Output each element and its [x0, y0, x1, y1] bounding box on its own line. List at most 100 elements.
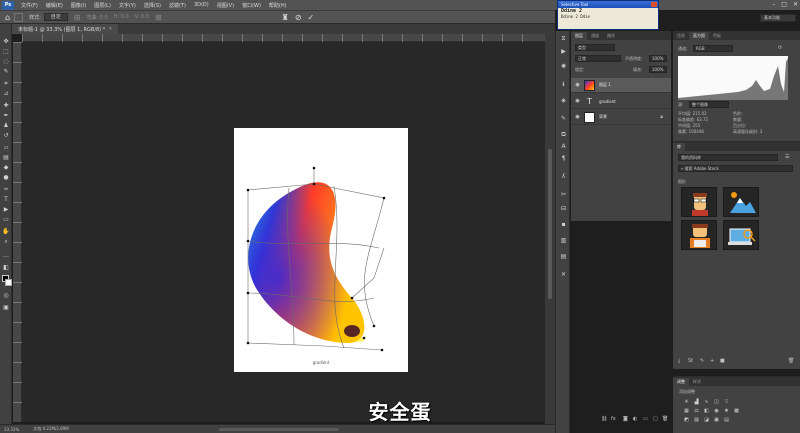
paragraph-icon[interactable]: ¶: [559, 155, 568, 163]
visibility-eye-icon[interactable]: ◉: [573, 82, 582, 88]
scrollbar-thumb[interactable]: [548, 149, 552, 299]
character-icon[interactable]: A: [559, 143, 568, 151]
layer-filter-dropdown[interactable]: 类型: [575, 44, 615, 51]
threshold-icon[interactable]: ◪: [703, 417, 710, 423]
history-icon[interactable]: ⧖: [559, 35, 568, 43]
curves-icon[interactable]: ∿: [703, 399, 710, 405]
delete-icon[interactable]: 🗑︎: [788, 358, 794, 364]
maximize-icon[interactable]: □: [781, 1, 787, 9]
hue-saturation-icon[interactable]: ▦: [683, 408, 690, 414]
swatches-icon[interactable]: ✕: [559, 271, 568, 279]
layer-row-gradient[interactable]: ◉ T gradient: [571, 94, 671, 109]
stamp-tool-icon[interactable]: ♟: [2, 122, 10, 129]
blur-tool-icon[interactable]: ◆: [2, 164, 10, 171]
clone-source-icon[interactable]: ⧉: [559, 131, 568, 139]
import-icon[interactable]: ⤓: [678, 358, 680, 364]
menu-layer[interactable]: 图层(L): [90, 2, 115, 9]
zoom-level[interactable]: 33.33%: [4, 427, 19, 432]
pen-tool-icon[interactable]: ✑: [2, 186, 10, 193]
actions-play-icon[interactable]: ▶: [559, 48, 568, 56]
healing-tool-icon[interactable]: ✚: [2, 102, 10, 109]
marquee-tool-icon[interactable]: ⬚: [2, 48, 10, 55]
menu-view[interactable]: 视图(V): [213, 2, 238, 9]
color-swatch-icon[interactable]: ■: [720, 358, 725, 364]
layer-comps-icon[interactable]: ▤: [559, 253, 568, 261]
layer-row-layer1[interactable]: ◉ 图层 1: [571, 78, 671, 93]
default-colors-icon[interactable]: ◧: [2, 264, 10, 271]
hand-tool-icon[interactable]: ✋: [2, 228, 10, 235]
visibility-eye-icon[interactable]: ◉: [573, 114, 582, 120]
close-icon[interactable]: ✕: [793, 1, 798, 9]
blend-mode-dropdown[interactable]: 正常: [575, 55, 621, 62]
delete-layer-icon[interactable]: 🗑︎: [662, 416, 668, 422]
menu-file[interactable]: 文件(F): [17, 2, 42, 9]
more-tools-icon[interactable]: …: [2, 252, 10, 259]
crop-tool-icon[interactable]: ⌗: [2, 80, 10, 87]
selective-color-icon[interactable]: ▣: [713, 417, 720, 423]
warp-mode-icon[interactable]: ⊠: [155, 13, 162, 22]
document-tab[interactable]: 未标题-1 @ 33.3% (图层 1, RGB/8) * ×: [12, 24, 119, 34]
adjustment-layer-icon[interactable]: ◐: [633, 416, 637, 422]
zoom-tool-icon[interactable]: ⌕: [2, 238, 10, 245]
screen-mode-icon[interactable]: ▣: [2, 304, 10, 311]
home-icon[interactable]: ⌂: [5, 13, 10, 22]
canvas-workspace[interactable]: gradient: [22, 42, 545, 422]
tools-presets-icon[interactable]: ✂: [559, 191, 568, 199]
brush-tool-icon[interactable]: ✒: [2, 112, 10, 119]
puppet-icon[interactable]: ♜: [282, 13, 289, 22]
channel-dropdown[interactable]: RGB: [693, 45, 733, 52]
tab-info[interactable]: 信息: [673, 32, 689, 40]
add-icon[interactable]: +: [710, 358, 714, 364]
library-graphic-4[interactable]: [723, 220, 759, 250]
link-layers-icon[interactable]: ⛓: [601, 416, 607, 422]
library-graphic-2[interactable]: [723, 187, 759, 217]
color-lookup-icon[interactable]: ▩: [733, 408, 740, 414]
horizontal-distortion[interactable]: H: 0.0: [114, 14, 129, 20]
tab-styles[interactable]: 样式: [689, 378, 705, 386]
lasso-tool-icon[interactable]: ◌: [2, 58, 10, 65]
document-canvas[interactable]: gradient: [234, 128, 408, 372]
vertical-distortion[interactable]: V: 0.0: [135, 14, 149, 20]
stock-search-input[interactable]: ⌕ 搜索 Adobe Stock: [678, 165, 793, 172]
levels-icon[interactable]: ▟: [693, 399, 700, 405]
fx-icon[interactable]: fx: [611, 416, 616, 422]
menu-edit[interactable]: 编辑(E): [42, 2, 67, 9]
brush-add-icon[interactable]: ✎: [700, 358, 704, 364]
library-dropdown[interactable]: 我的资料库: [678, 154, 778, 161]
library-graphic-1[interactable]: [681, 187, 717, 217]
vertical-scrollbar[interactable]: [545, 34, 555, 424]
brush-settings-icon[interactable]: ✎: [559, 115, 568, 123]
close-tab-icon[interactable]: ×: [108, 26, 112, 32]
notes-icon[interactable]: ▪: [559, 221, 568, 229]
refresh-icon[interactable]: ⟳: [778, 45, 782, 51]
workspace-switcher[interactable]: 基本功能: [760, 14, 796, 22]
photo-filter-icon[interactable]: ◉: [713, 408, 720, 414]
black-white-icon[interactable]: ◧: [703, 408, 710, 414]
channel-mixer-icon[interactable]: ❖: [723, 408, 730, 414]
library-graphic-3[interactable]: [681, 220, 717, 250]
timeline-icon[interactable]: ⊟: [559, 205, 568, 213]
move-tool-icon[interactable]: ✥: [2, 38, 10, 45]
color-balance-icon[interactable]: ⚖: [693, 408, 700, 414]
tab-channels[interactable]: 通道: [587, 32, 603, 40]
gradient-map-icon[interactable]: ▤: [723, 417, 730, 423]
menu-help[interactable]: 帮助(H): [265, 2, 291, 9]
new-group-icon[interactable]: ▭: [643, 416, 648, 422]
layer-name[interactable]: gradient: [599, 99, 671, 104]
brightness-icon[interactable]: ☀: [683, 399, 690, 405]
eyedropper-tool-icon[interactable]: ⊿: [2, 90, 10, 97]
type-tool-icon[interactable]: T: [2, 196, 10, 203]
eraser-tool-icon[interactable]: ▱: [2, 144, 10, 151]
invert-icon[interactable]: ◩: [683, 417, 690, 423]
bend-value[interactable]: 弯曲: 0.0: [86, 14, 107, 21]
tab-adjustments[interactable]: 调整: [673, 378, 689, 386]
stock-icon[interactable]: St: [688, 358, 693, 364]
tab-histogram[interactable]: 直方图: [689, 32, 709, 40]
info-icon[interactable]: ℹ: [559, 81, 568, 89]
add-mask-icon[interactable]: ◙: [623, 416, 628, 422]
visibility-eye-icon[interactable]: ◉: [573, 98, 582, 104]
fill-input[interactable]: 100%: [649, 66, 667, 73]
tab-swatches[interactable]: 色板: [709, 32, 725, 40]
exposure-icon[interactable]: ◫: [713, 399, 720, 405]
menu-select[interactable]: 选择(S): [140, 2, 165, 9]
